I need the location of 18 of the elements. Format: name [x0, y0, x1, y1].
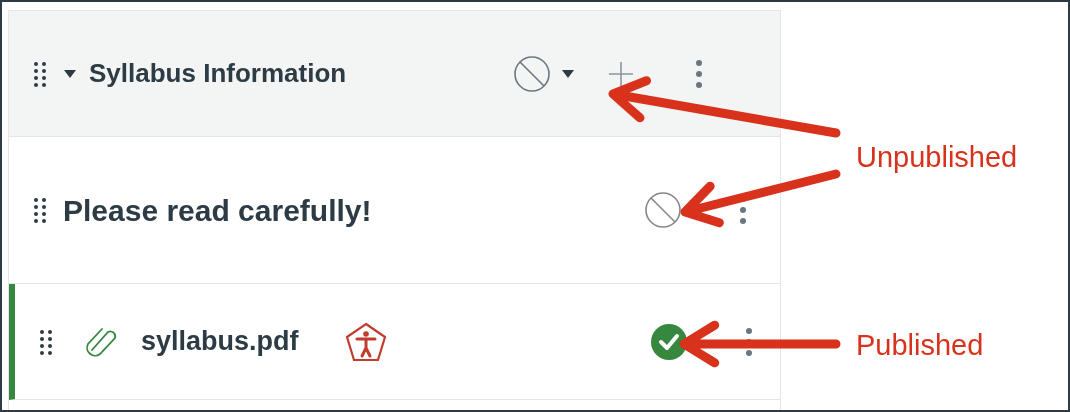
dropdown-caret-icon[interactable]	[561, 68, 575, 79]
add-icon[interactable]	[607, 59, 635, 88]
more-options-icon[interactable]	[695, 58, 703, 89]
drag-handle-icon[interactable]	[39, 327, 53, 356]
accessibility-icon[interactable]	[344, 321, 387, 362]
file-link[interactable]: syllabus.pdf	[141, 321, 299, 362]
drag-handle-icon[interactable]	[33, 59, 47, 88]
collapse-caret-icon[interactable]	[63, 68, 77, 79]
text-header: Please read carefully!	[63, 192, 372, 229]
unpublished-icon[interactable]	[513, 54, 551, 93]
drag-handle-icon[interactable]	[33, 196, 47, 224]
published-check-icon[interactable]	[651, 323, 687, 360]
unpublished-icon[interactable]	[644, 191, 682, 229]
module-title: Syllabus Information	[89, 57, 348, 90]
annotation-label: Unpublished	[856, 140, 1018, 175]
more-options-icon[interactable]	[745, 326, 753, 357]
paperclip-icon	[85, 325, 119, 358]
annotation-label: Published	[856, 328, 984, 363]
